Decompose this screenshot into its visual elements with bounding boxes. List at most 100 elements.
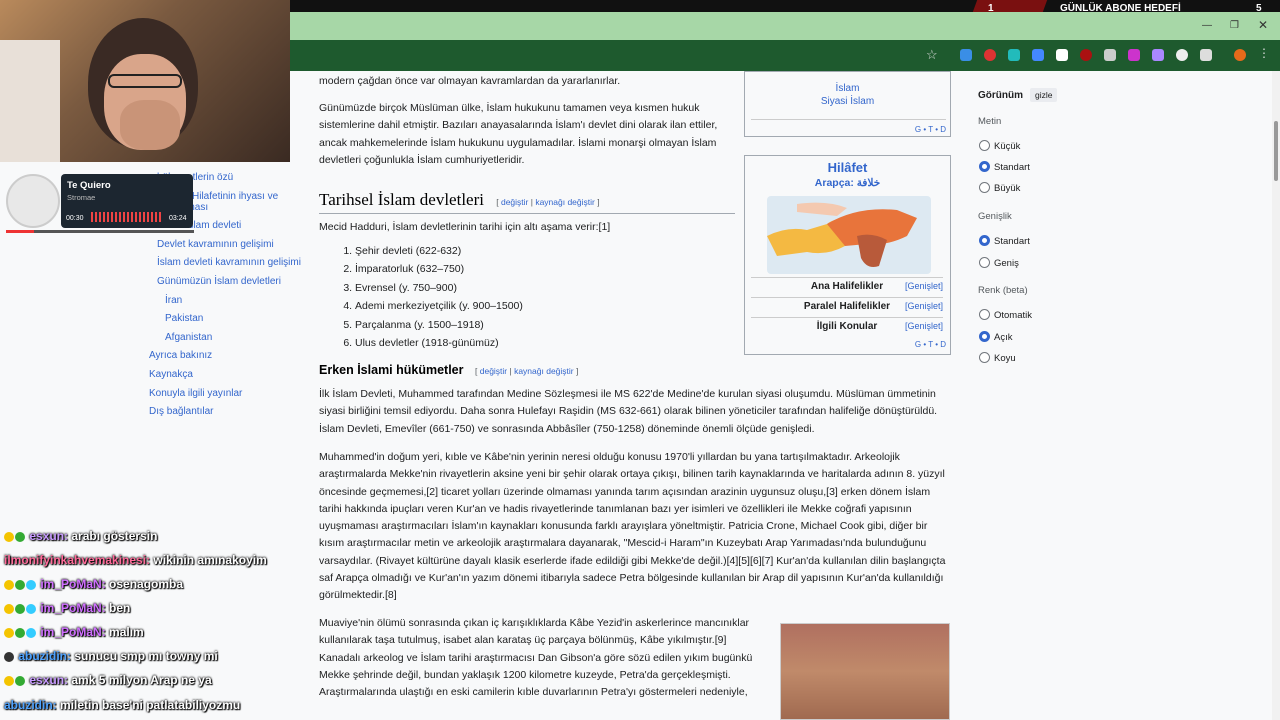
chat-line: abuzidin: miletin base'ni patlatabiliyoz… [4,698,241,712]
radio-color-light[interactable] [979,331,990,342]
hide-button[interactable]: gizle [1030,88,1058,102]
chat-line: esxun: amk 5 milyon Arap ne ya [4,673,212,687]
infobox-title[interactable]: Hilâfet [745,160,950,175]
radio-label: Geniş [994,258,1019,269]
expand-link[interactable]: [Genişlet] [905,301,943,311]
infobox-link[interactable]: İslam [745,83,950,94]
track-artist: Stromae [67,193,96,202]
album-art [6,174,60,228]
extension-icon[interactable] [1032,49,1044,61]
subsection-heading: Erken İslami hükümetler [ değiştir | kay… [319,363,578,377]
infobox-row[interactable]: Ana Halifelikler [Genişlet] [751,277,943,292]
bookmark-star-icon[interactable]: ☆ [926,47,938,63]
radio-color-auto[interactable] [979,309,990,320]
toc-item[interactable]: Günümüzün İslam devletleri [157,276,281,287]
navbox-gtd[interactable]: G • T • D [915,125,946,134]
page-scrollbar[interactable] [1272,71,1280,720]
radio-text-small[interactable] [979,140,990,151]
infobox-row[interactable]: İlgili Konular [Genişlet] [751,317,943,332]
edit-link[interactable]: değiştir [480,366,507,376]
extension-icon[interactable] [1176,49,1188,61]
infobox-row[interactable]: Paralel Halifelikler [Genişlet] [751,297,943,312]
list-item: İmparatorluk (632–750) [355,260,523,278]
radio-color-dark[interactable] [979,352,990,363]
appearance-title: Görünüm [978,90,1023,101]
infobox-islam: İslam Siyasi İslam G • T • D [744,71,951,137]
radio-label: Büyük [994,183,1021,194]
goal-badge-bg [972,0,1048,12]
webcam-glasses [108,74,182,88]
minimize-icon[interactable]: — [1202,20,1212,31]
radio-label: Küçük [994,141,1021,152]
extension-icon[interactable] [984,49,996,61]
infobox-subtitle: Arapça: خلافة [814,177,881,189]
chat-line: abuzidin: sunucu smp mı towny mi [4,649,218,663]
close-icon[interactable]: ✕ [1258,18,1268,32]
extension-icon[interactable] [1128,49,1140,61]
extensions-puzzle-icon[interactable] [1200,49,1212,61]
toc-item[interactable]: Devlet kavramının gelişimi [157,239,274,250]
browser-tabstrip: — ❐ ✕ [290,12,1280,40]
radio-width-wide[interactable] [979,257,990,268]
infobox-link[interactable]: Siyasi İslam [745,96,950,107]
expand-link[interactable]: [Genişlet] [905,321,943,331]
article-paragraph: Muhammed'in doğum yeri, kıble ve Kâbe'ni… [319,451,946,602]
now-playing-card: Te Quiero Stromae 00:30 03:24 [61,174,193,228]
expand-link[interactable]: [Genişlet] [905,281,943,291]
scrollbar-thumb[interactable] [1274,121,1278,181]
radio-label: Açık [994,332,1013,343]
profile-avatar[interactable] [1234,49,1246,61]
extension-icon[interactable] [1056,49,1068,61]
radio-text-standard[interactable] [979,161,990,172]
chat-line: im_PoMaN: ben [4,601,130,615]
heading-divider [319,213,735,214]
text-size-heading: Metin [978,116,1002,127]
edit-source-link[interactable]: kaynağı değiştir [514,366,574,376]
chat-line: im_PoMaN: osenagomba [4,577,183,591]
toc-item[interactable]: Afganistan [165,332,212,343]
color-heading: Renk (beta) [978,285,1028,296]
list-item: Ademi merkeziyetçilik (y. 900–1500) [355,297,523,315]
edit-links: [ değiştir | kaynağı değiştir ] [475,366,579,376]
radio-label: Koyu [994,353,1016,364]
infobox-hilafet: Hilâfet Arapça: خلافة Ana Halifelikler [G… [744,155,951,355]
edit-source-link[interactable]: kaynağı değiştir [535,197,595,207]
now-playing-widget: Te Quiero Stromae 00:30 03:24 [0,172,196,234]
toc-item[interactable]: Dış bağlantılar [149,406,213,417]
list-item: Ulus devletler (1918-günümüz) [355,334,523,352]
toc-item[interactable]: İslam devleti kavramının gelişimi [157,257,301,268]
toc-item[interactable]: Konuyla ilgili yayınlar [149,388,242,399]
section-heading: Tarihsel İslam devletleri [ değiştir | k… [319,190,600,210]
chat-line: ilmonifyinkahvemakinesi: wikinin amınako… [4,553,267,567]
toc-item[interactable]: Ayrıca bakınız [149,350,212,361]
article-paragraph: Muaviye'nin ölümü sonrasında çıkan iç ka… [319,617,753,699]
toc-item[interactable]: Hilafetinin ihyası ve [192,191,278,202]
menu-kebab-icon[interactable]: ⋮ [1258,46,1270,60]
extension-icon[interactable] [1008,49,1020,61]
extension-icon[interactable] [1104,49,1116,61]
toc-item[interactable]: Kaynakça [149,369,193,380]
navbox-gtd[interactable]: G • T • D [915,340,946,349]
extension-icon[interactable] [1152,49,1164,61]
track-elapsed: 00:30 [66,215,84,222]
extension-icon[interactable] [1080,49,1092,61]
list-intro: Mecid Hadduri, İslam devletlerinin tarih… [319,221,611,233]
list-item: Şehir devleti (622-632) [355,242,523,260]
track-title: Te Quiero [67,180,111,191]
list-item: Parçalanma (y. 1500–1918) [355,316,523,334]
toc-item[interactable]: Pakistan [165,313,203,324]
restore-icon[interactable]: ❐ [1230,20,1239,31]
radio-text-large[interactable] [979,182,990,193]
chat-line: im_PoMaN: malım [4,625,144,639]
subsection-title: Erken İslami hükümetler [319,363,464,377]
edit-links: [ değiştir | kaynağı değiştir ] [496,197,600,207]
track-duration: 03:24 [169,215,187,222]
extension-icon[interactable] [960,49,972,61]
edit-link[interactable]: değiştir [501,197,528,207]
chat-line: esxun: arabı göstersin [4,529,157,543]
radio-width-standard[interactable] [979,235,990,246]
webcam-background [0,40,60,162]
radio-label: Standart [994,162,1030,173]
article-paragraph: Günümüzde birçok Müslüman ülke, İslam hu… [319,102,718,166]
toc-item[interactable]: İran [165,295,182,306]
